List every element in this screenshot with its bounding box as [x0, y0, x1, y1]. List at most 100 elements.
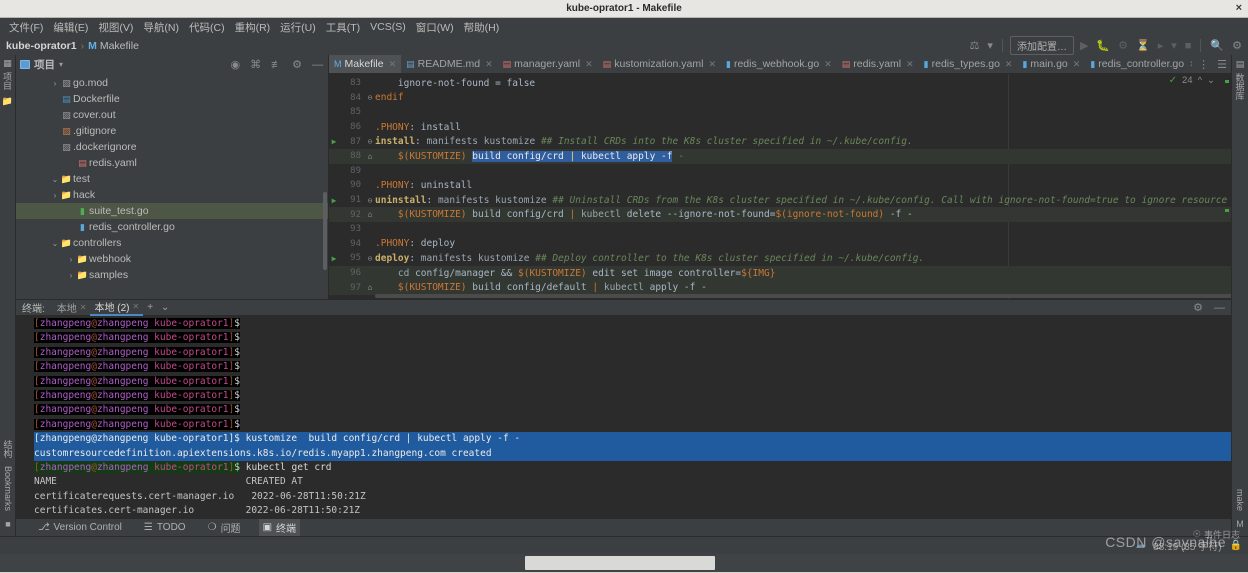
close-icon[interactable]: ✕ — [708, 59, 716, 70]
terminal-tab-local[interactable]: 本地 ✕ — [53, 300, 91, 315]
tab-list-icon[interactable]: ☰ — [1215, 58, 1229, 71]
right-rail-make-label[interactable]: make — [1235, 489, 1245, 511]
run-icon[interactable]: ▶ — [1078, 39, 1090, 52]
menu-item-edit[interactable]: 编辑(E) — [48, 19, 93, 36]
editor-tab-redis-webhook-go[interactable]: ▮ redis_webhook.go ✕ — [721, 55, 837, 73]
project-rail-icon[interactable]: ▦ — [3, 58, 12, 69]
hide-panel-icon[interactable]: — — [310, 59, 325, 71]
tree-toggle-arrow-icon[interactable]: ⌄ — [50, 239, 60, 248]
fold-icon[interactable]: ⊖ — [365, 254, 375, 263]
close-icon-2[interactable]: ✕ — [132, 302, 139, 311]
gear-icon[interactable]: ⚙ — [1191, 301, 1205, 314]
tree-toggle-arrow-icon[interactable]: › — [50, 191, 60, 200]
tree-toggle-arrow-icon[interactable]: › — [66, 271, 76, 280]
close-icon[interactable]: ✕ — [585, 59, 593, 70]
inspection-widget[interactable]: ✓ 24 ^ ⌄ — [1169, 75, 1215, 86]
folder-rail-icon[interactable]: 📁 — [2, 96, 13, 107]
menu-item-view[interactable]: 视图(V) — [93, 19, 138, 36]
collapse-all-icon[interactable]: ⌘ — [248, 58, 263, 71]
tree-item-test[interactable]: ⌄ 📁 test — [16, 171, 328, 187]
tree-item-controllers[interactable]: ⌄ 📁 controllers — [16, 235, 328, 251]
debug-icon[interactable]: 🐛 — [1094, 39, 1112, 52]
coverage-icon[interactable]: ⚙ — [1116, 39, 1130, 52]
chevron-down-icon[interactable]: ⌄ — [157, 302, 173, 313]
menu-item-navigate[interactable]: 导航(N) — [138, 19, 184, 36]
fold-icon[interactable]: ⌂ — [365, 210, 375, 219]
menu-item-help[interactable]: 帮助(H) — [459, 19, 505, 36]
tree-item--dockerignore[interactable]: ▧ .dockerignore — [16, 139, 328, 155]
close-icon[interactable]: ✕ — [1005, 59, 1013, 70]
settings-gear-icon[interactable]: ⚙ — [1230, 39, 1244, 52]
terminal-tab-local-2[interactable]: 本地 (2) ✕ — [90, 299, 144, 316]
tree-item-go-mod[interactable]: › ▧ go.mod — [16, 75, 328, 91]
fold-icon[interactable]: ⊖ — [365, 93, 375, 102]
editor-horizontal-scrollbar[interactable] — [375, 294, 1231, 298]
profile-icon[interactable]: ⏳ — [1134, 39, 1152, 52]
tree-toggle-arrow-icon[interactable]: › — [66, 255, 76, 264]
editor-tab-makefile[interactable]: M Makefile ✕ — [329, 55, 402, 73]
more-tabs-icon[interactable]: ⋮ — [1196, 58, 1211, 71]
taskbar-window-item[interactable] — [525, 556, 715, 570]
left-rail-bookmarks-label[interactable]: Bookmarks — [3, 466, 13, 511]
tree-item-dockerfile[interactable]: ▤ Dockerfile — [16, 91, 328, 107]
prev-problem-icon[interactable]: ^ — [1198, 75, 1202, 86]
editor-tab-main-go[interactable]: ▮ main.go ✕ — [1017, 55, 1085, 73]
editor-tab-redis-yaml[interactable]: ▤ redis.yaml ✕ — [837, 55, 919, 73]
breadcrumb-file[interactable]: Makefile — [100, 40, 139, 52]
terminal-add-button[interactable]: + — [143, 302, 157, 313]
caret-position[interactable]: 88:19 (35 字符) — [1153, 538, 1221, 553]
fold-icon[interactable]: ⊖ — [365, 137, 375, 146]
close-icon[interactable]: ✕ — [906, 59, 914, 70]
fold-icon[interactable]: ⊖ — [365, 196, 375, 205]
code-editor[interactable]: ✓ 24 ^ ⌄ 83 ignore-not-found = false 84 ⊖ e… — [329, 74, 1231, 299]
right-rail-database-label[interactable]: 数据库 — [1234, 73, 1247, 100]
fold-icon[interactable]: ⌂ — [365, 283, 375, 292]
terminal-output[interactable]: [zhangpeng@zhangpeng kube-oprator1]$ [zha… — [16, 315, 1231, 519]
tree-item-samples[interactable]: › 📁 samples — [16, 267, 328, 283]
database-rail-icon[interactable]: ▤ — [1236, 59, 1245, 70]
project-tree[interactable]: › ▧ go.mod ▤ Dockerfile ▧ cover.out ▨ .gitignore… — [16, 74, 328, 299]
menu-item-vcs[interactable]: VCS(S) — [365, 20, 411, 34]
menu-item-run[interactable]: 运行(U) — [275, 19, 321, 36]
build-icon[interactable]: ⚖ — [968, 39, 982, 52]
editor-tab-manager-yaml[interactable]: ▤ manager.yaml ✕ — [498, 55, 598, 73]
run-with-icon[interactable]: ▸ — [1156, 39, 1166, 52]
window-close-button[interactable]: × — [1236, 2, 1242, 14]
gear-icon[interactable]: ⚙ — [290, 58, 304, 71]
run-gutter-icon[interactable]: ▶ — [329, 196, 339, 205]
project-tree-scrollbar[interactable] — [323, 192, 327, 270]
left-rail-project-label[interactable]: 项目 — [1, 72, 14, 92]
close-icon[interactable]: ✕ — [824, 59, 832, 70]
search-icon[interactable]: 🔍 — [1208, 39, 1226, 52]
editor-tab-readme-md[interactable]: ▤ README.md ✕ — [401, 55, 498, 73]
tree-item-hack[interactable]: › 📁 hack — [16, 187, 328, 203]
locate-icon[interactable]: ◉ — [229, 58, 243, 71]
chevron-down-icon-2[interactable]: ▾ — [1169, 39, 1179, 52]
breadcrumb-project[interactable]: kube-oprator1 — [6, 40, 77, 52]
close-icon[interactable]: ✕ — [485, 59, 493, 70]
project-panel-title-group[interactable]: 项目 ▾ — [20, 57, 63, 72]
stop-icon[interactable]: ■ — [1183, 40, 1194, 52]
lock-icon[interactable]: 🔒 — [1230, 540, 1242, 551]
close-icon[interactable]: ✕ — [1073, 59, 1081, 70]
hide-panel-icon[interactable]: — — [1212, 302, 1227, 314]
editor-tab-redis-controller-go[interactable]: ▮redis_controller.go✕ — [1085, 55, 1201, 73]
close-icon[interactable]: ✕ — [80, 303, 87, 312]
tree-item-suite-test-go[interactable]: ▮ suite_test.go — [16, 203, 328, 219]
tool-window-todo[interactable]: ☰ TODO — [140, 521, 190, 534]
left-rail-structure-label[interactable]: 结构 — [2, 440, 15, 458]
chevron-down-icon[interactable]: ▾ — [985, 39, 995, 52]
menu-item-code[interactable]: 代码(C) — [184, 19, 230, 36]
tree-item-redis-yaml[interactable]: ▤ redis.yaml — [16, 155, 328, 171]
editor-tab-kustomization-yaml[interactable]: ▤ kustomization.yaml ✕ — [598, 55, 721, 73]
bookmark-rail-icon[interactable]: ■ — [5, 519, 10, 529]
tree-toggle-arrow-icon[interactable]: ⌄ — [50, 175, 60, 184]
run-configuration-selector[interactable]: 添加配置… — [1009, 36, 1074, 55]
tree-item-redis-controller-go[interactable]: ▮ redis_controller.go — [16, 219, 328, 235]
fold-icon[interactable]: ⌂ — [365, 152, 375, 161]
tree-toggle-arrow-icon[interactable]: › — [50, 79, 60, 88]
run-gutter-icon[interactable]: ▶ — [329, 137, 339, 146]
tree-item-cover-out[interactable]: ▧ cover.out — [16, 107, 328, 123]
menu-item-refactor[interactable]: 重构(R) — [230, 19, 276, 36]
menu-item-window[interactable]: 窗口(W) — [411, 19, 459, 36]
